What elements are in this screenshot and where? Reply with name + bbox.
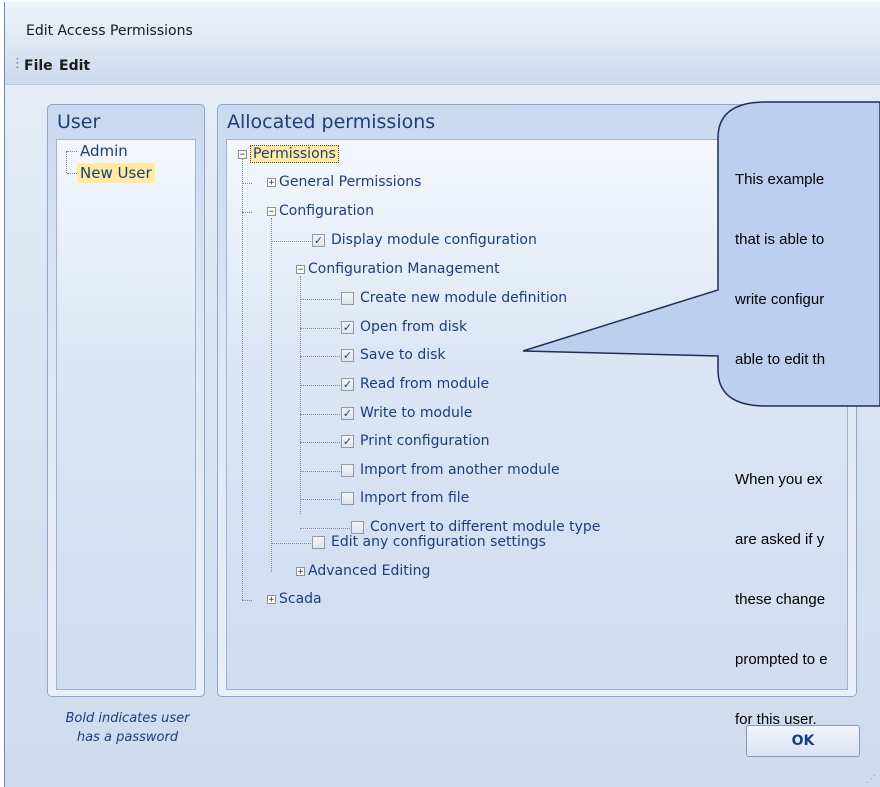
collapse-icon[interactable]: − xyxy=(267,206,276,216)
checkbox-convert-to-different-module-type[interactable] xyxy=(351,520,364,534)
tree-node-label: Display module configuration xyxy=(331,232,537,248)
callout-line xyxy=(735,410,880,430)
checkbox-read-from-module[interactable]: ✓ xyxy=(341,377,354,391)
tree-connector xyxy=(67,151,77,152)
collapse-icon[interactable]: − xyxy=(296,264,305,274)
checkbox-write-to-module[interactable]: ✓ xyxy=(341,406,354,420)
user-panel-title: User xyxy=(57,111,101,133)
password-legend: Bold indicates user has a password xyxy=(45,709,210,747)
tree-node-label: Scada xyxy=(279,591,322,607)
tree-connector xyxy=(300,276,301,514)
tree-connector xyxy=(300,528,350,529)
checkbox-open-from-disk[interactable]: ✓ xyxy=(341,320,354,334)
tree-connector xyxy=(300,471,340,472)
tree-node-label: Permissions xyxy=(250,145,339,163)
tree-node-edit-any-configuration-settings[interactable]: Edit any configuration settings xyxy=(312,534,546,550)
expand-icon[interactable]: + xyxy=(296,566,305,576)
resize-grip-icon[interactable]: ⋰ xyxy=(866,774,876,785)
tree-node-import-from-file[interactable]: Import from file xyxy=(341,490,469,506)
callout-line: This example xyxy=(735,171,825,188)
tree-node-read-from-module[interactable]: ✓ Read from module xyxy=(341,376,489,392)
tree-node-display-module-configuration[interactable]: ✓ Display module configuration xyxy=(312,232,537,248)
tree-node-label: Open from disk xyxy=(360,319,468,335)
callout-line: able to edit th xyxy=(735,351,826,368)
tree-node-label: Configuration xyxy=(279,203,374,219)
callout-line: that is able to xyxy=(735,231,825,248)
tree-connector xyxy=(300,356,340,357)
tree-node-label: Import from file xyxy=(360,490,470,506)
menu-edit[interactable]: Edit xyxy=(59,58,90,74)
tree-connector xyxy=(242,154,243,600)
user-panel: User Admin New User xyxy=(47,104,205,697)
checkbox-save-to-disk[interactable]: ✓ xyxy=(341,348,354,362)
callout-line: write configur xyxy=(735,291,825,308)
window-title: Edit Access Permissions xyxy=(26,23,193,39)
title-bar: Edit Access Permissions xyxy=(5,2,880,47)
tree-node-label: General Permissions xyxy=(279,174,422,190)
user-list[interactable]: Admin New User xyxy=(56,139,196,690)
checkbox-print-configuration[interactable]: ✓ xyxy=(341,434,354,448)
tree-connector xyxy=(300,414,340,415)
callout-line: are asked if y xyxy=(735,531,825,548)
tree-node-label: Write to module xyxy=(360,405,473,421)
tree-node-label: Save to disk xyxy=(360,347,446,363)
tree-node-label: Convert to different module type xyxy=(370,519,601,535)
checkbox-import-from-file[interactable] xyxy=(341,491,354,505)
tree-connector xyxy=(242,183,252,184)
tree-node-write-to-module[interactable]: ✓ Write to module xyxy=(341,405,472,421)
callout-line: prompted to e xyxy=(735,651,828,668)
tree-node-general-permissions[interactable]: + General Permissions xyxy=(267,174,421,190)
tree-node-label: Create new module definition xyxy=(360,290,568,306)
menu-bar: ⋮ File Edit xyxy=(5,48,880,85)
tree-connector xyxy=(66,151,67,173)
tree-connector xyxy=(271,241,311,242)
callout-text: This example that is able to write confi… xyxy=(735,130,880,750)
tree-node-import-from-another-module[interactable]: Import from another module xyxy=(341,462,560,478)
expand-icon[interactable]: + xyxy=(267,594,276,604)
callout-line: these change xyxy=(735,591,826,608)
tree-connector xyxy=(300,442,340,443)
permissions-panel-title: Allocated permissions xyxy=(227,111,436,133)
checkbox-import-from-another-module[interactable] xyxy=(341,463,354,477)
tree-node-label: Edit any configuration settings xyxy=(331,534,546,550)
tree-node-label: Advanced Editing xyxy=(308,563,431,579)
tree-node-label: Configuration Management xyxy=(308,261,500,277)
expand-icon[interactable]: + xyxy=(267,177,276,187)
tree-node-configuration-management[interactable]: − Configuration Management xyxy=(296,261,500,277)
tree-connector xyxy=(242,212,252,213)
tree-connector xyxy=(242,600,252,601)
tree-connector xyxy=(67,173,77,174)
user-item-admin[interactable]: Admin xyxy=(77,141,131,161)
tree-node-configuration[interactable]: − Configuration xyxy=(267,203,374,219)
tree-node-advanced-editing[interactable]: + Advanced Editing xyxy=(296,563,430,579)
tree-node-save-to-disk[interactable]: ✓ Save to disk xyxy=(341,347,446,363)
checkbox-display-module-configuration[interactable]: ✓ xyxy=(312,233,325,247)
tree-node-create-new-module-definition[interactable]: Create new module definition xyxy=(341,290,567,306)
menu-file[interactable]: File xyxy=(24,58,53,74)
callout-line: When you ex xyxy=(735,471,823,488)
tree-connector xyxy=(300,499,340,500)
tree-connector xyxy=(271,218,272,572)
collapse-icon[interactable]: − xyxy=(238,149,247,159)
tree-node-convert-to-different-module-type[interactable]: Convert to different module type xyxy=(351,519,600,535)
tree-node-label: Read from module xyxy=(360,376,490,392)
tree-node-open-from-disk[interactable]: ✓ Open from disk xyxy=(341,319,467,335)
checkbox-edit-any-configuration-settings[interactable] xyxy=(312,535,325,549)
toolbar-grip-icon: ⋮ xyxy=(11,56,24,71)
tree-connector xyxy=(300,299,340,300)
tree-connector xyxy=(300,385,340,386)
user-item-new-user[interactable]: New User xyxy=(77,163,155,183)
legend-line-2: has a password xyxy=(76,730,179,745)
legend-line-1: Bold indicates user xyxy=(65,711,190,726)
callout-line: for this user. xyxy=(735,711,817,728)
tree-node-scada[interactable]: + Scada xyxy=(267,591,322,607)
checkbox-create-new-module-definition[interactable] xyxy=(341,291,354,305)
tree-connector xyxy=(271,543,311,544)
tree-node-label: Print configuration xyxy=(360,433,490,449)
tree-node-print-configuration[interactable]: ✓ Print configuration xyxy=(341,433,490,449)
tree-node-permissions[interactable]: − Permissions xyxy=(238,145,339,163)
tree-connector xyxy=(300,328,340,329)
tree-node-label: Import from another module xyxy=(360,462,560,478)
